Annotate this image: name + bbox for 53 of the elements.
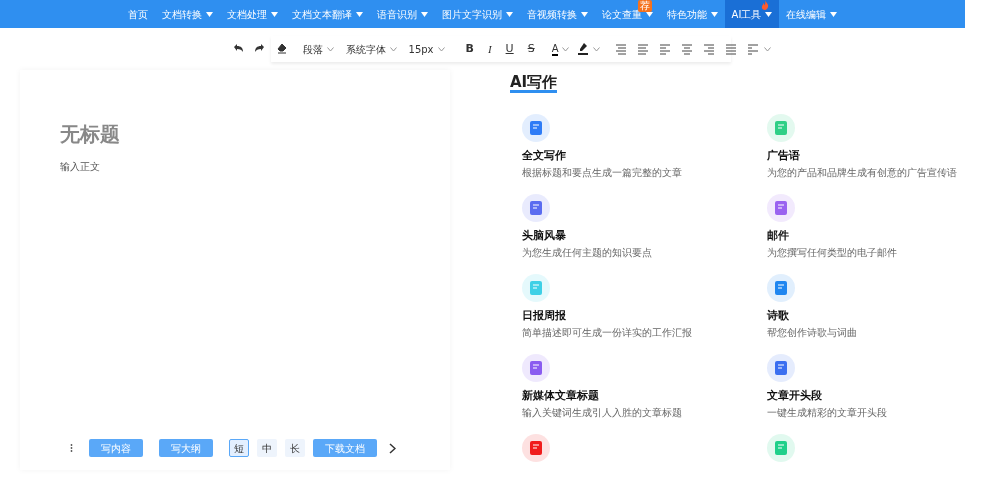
title-field[interactable]: 无标题 bbox=[58, 118, 358, 150]
chevron-right-icon bbox=[389, 443, 396, 454]
chevron-down-icon bbox=[593, 46, 601, 52]
card-title: 新媒体文章标题 bbox=[522, 388, 600, 404]
card-description: 输入关键词生成引人入胜的文章标题 bbox=[522, 405, 683, 420]
strike-button[interactable]: S bbox=[520, 38, 542, 60]
body-field[interactable]: 输入正文 bbox=[58, 158, 358, 175]
tool-card[interactable]: 日报周报 简单描述即可生成一份详实的工作汇报 bbox=[510, 270, 755, 350]
justify-icon bbox=[724, 42, 739, 56]
length-option[interactable]: 短 bbox=[229, 439, 249, 457]
card-description: 为您撰写任何类型的电子邮件 bbox=[767, 245, 898, 260]
highlighter-icon bbox=[577, 42, 590, 56]
tool-card[interactable]: 文章开头段 一键生成精彩的文章开头段 bbox=[755, 350, 965, 430]
italic-button[interactable]: I bbox=[480, 38, 499, 60]
bold-button[interactable]: B bbox=[458, 38, 481, 60]
card-title: 文章开头段 bbox=[767, 388, 823, 404]
align-center-icon bbox=[680, 42, 695, 56]
nav-item[interactable]: AI工具 bbox=[724, 0, 780, 28]
card-description: 简单描述即可生成一份详实的工作汇报 bbox=[522, 325, 693, 340]
align-right-icon bbox=[702, 42, 717, 56]
tool-card[interactable]: 诗歌 帮您创作诗歌与词曲 bbox=[755, 270, 965, 350]
chevron-down-icon bbox=[326, 46, 334, 52]
format-dropdown[interactable]: 15px bbox=[404, 38, 449, 60]
more-icon bbox=[70, 442, 73, 454]
card-description: 为您生成任何主题的知识要点 bbox=[522, 245, 653, 260]
chevron-down-icon bbox=[389, 46, 397, 52]
font-color-button[interactable]: A bbox=[547, 38, 574, 60]
format-dropdown[interactable]: 段落 bbox=[298, 38, 338, 60]
length-option[interactable]: 长 bbox=[285, 439, 305, 457]
card-title: 日报周报 bbox=[522, 308, 567, 324]
underline-button[interactable]: U bbox=[498, 38, 521, 60]
card-title: 头脑风暴 bbox=[522, 228, 567, 244]
card-title: 全文写作 bbox=[522, 148, 567, 164]
align-left-icon bbox=[636, 42, 651, 56]
length-option[interactable]: 中 bbox=[257, 439, 277, 457]
tool-card[interactable]: 新媒体文章标题 输入关键词生成引人入胜的文章标题 bbox=[510, 350, 755, 430]
chevron-down-icon bbox=[437, 46, 445, 52]
section-title: AI写作 bbox=[510, 74, 558, 93]
indent-icon bbox=[614, 42, 629, 56]
card-title: 广告语 bbox=[767, 148, 801, 164]
tool-card[interactable]: 邮件 为您撰写任何类型的电子邮件 bbox=[755, 190, 965, 270]
card-description: 帮您创作诗歌与词曲 bbox=[767, 325, 858, 340]
card-description: 根据标题和要点生成一篇完整的文章 bbox=[522, 165, 683, 180]
tool-card[interactable]: 全文写作 根据标题和要点生成一篇完整的文章 bbox=[510, 110, 755, 190]
card-title: 邮件 bbox=[767, 228, 790, 244]
align-left-icon bbox=[658, 42, 673, 56]
tool-card[interactable]: 头脑风暴 为您生成任何主题的知识要点 bbox=[510, 190, 755, 270]
line-spacing-icon bbox=[746, 42, 761, 56]
format-dropdown[interactable]: 系统字体 bbox=[341, 38, 401, 60]
card-title: 诗歌 bbox=[767, 308, 790, 324]
card-description: 一键生成精彩的文章开头段 bbox=[767, 405, 888, 420]
tool-card[interactable]: 广告语 为您的产品和品牌生成有创意的广告宣传语 bbox=[755, 110, 965, 190]
chevron-down-icon bbox=[562, 46, 570, 52]
